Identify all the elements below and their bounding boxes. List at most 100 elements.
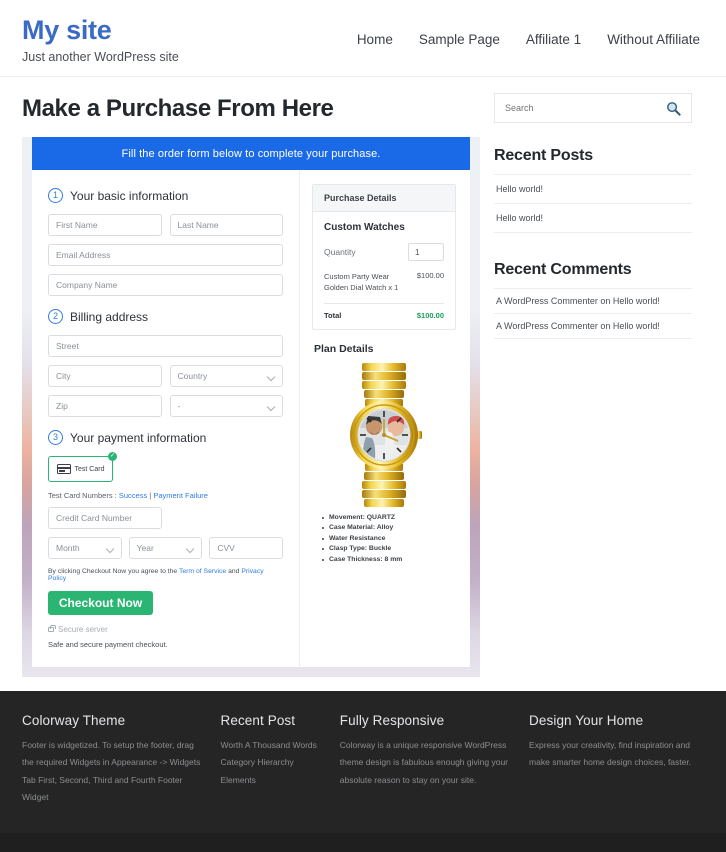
terms-mid: and <box>226 568 242 575</box>
zip-input[interactable]: Zip <box>48 395 162 417</box>
purchase-details-column: Purchase Details Custom Watches Quantity… <box>300 170 470 667</box>
footer-widget-title: Colorway Theme <box>22 713 126 728</box>
product-watch-image <box>350 362 422 507</box>
step-2-header: 2 Billing address <box>48 309 283 324</box>
spec-item: Case Thickness: 8 mm <box>322 555 456 566</box>
list-item[interactable]: A WordPress Commenter on Hello world! <box>494 289 692 314</box>
search-icon[interactable] <box>666 101 681 116</box>
step-1-header: 1 Your basic information <box>48 188 283 203</box>
order-line-description: Custom Party Wear Golden Dial Watch x 1 <box>324 272 399 293</box>
test-success-link[interactable]: Success <box>119 491 147 500</box>
lock-icon <box>48 624 56 632</box>
product-name: Custom Watches <box>324 222 405 233</box>
check-icon: ✓ <box>108 452 117 461</box>
expiry-cvv-row: Month Year CVV <box>48 537 284 559</box>
spec-item: Case Material: Alloy <box>322 523 456 534</box>
state-select[interactable]: - <box>169 395 283 417</box>
secure-server-label: Secure server <box>58 625 108 634</box>
site-branding[interactable]: My site Just another WordPress site <box>22 10 179 64</box>
last-name-input[interactable]: Last Name <box>169 214 283 236</box>
expiry-year-select[interactable]: Year <box>128 537 203 559</box>
footer-bottom-bar: My site - Just another WordPress site Co… <box>0 832 726 852</box>
purchase-details-header: Purchase Details <box>313 185 455 212</box>
email-input[interactable]: Email Address <box>48 244 283 266</box>
purchase-details-card: Purchase Details Custom Watches Quantity… <box>312 184 456 330</box>
step-2-number: 2 <box>48 309 63 324</box>
nav-item-without-affiliate[interactable]: Without Affiliate <box>607 32 700 47</box>
expiry-month-select[interactable]: Month <box>48 537 122 559</box>
recent-posts-title: Recent Posts <box>494 147 593 164</box>
company-input[interactable]: Company Name <box>48 274 283 296</box>
street-row: Street <box>48 335 283 357</box>
order-total-label: Total <box>324 310 342 320</box>
terms-text: By clicking Checkout Now you agree to th… <box>48 568 283 582</box>
cvv-input[interactable]: CVV <box>209 537 284 559</box>
country-select[interactable]: Country <box>169 365 283 387</box>
site-title[interactable]: My site <box>22 15 179 46</box>
list-item[interactable]: A WordPress Commenter on Hello world! <box>494 314 692 339</box>
spec-item: Movement: QUARTZ <box>322 513 456 524</box>
checkout-form: 1 Your basic information First Name Last… <box>32 170 300 667</box>
step-1-number: 1 <box>48 188 63 203</box>
page-wrap: Make a Purchase From Here Fill the order… <box>0 77 726 677</box>
nav-item-affiliate-1[interactable]: Affiliate 1 <box>526 32 581 47</box>
safe-checkout-note: Safe and secure payment checkout. <box>48 640 168 649</box>
credit-card-row: Credit Card Number <box>48 507 283 529</box>
first-name-input[interactable]: First Name <box>48 214 162 236</box>
quantity-input[interactable]: 1 <box>408 243 444 261</box>
step-3-header: 3 Your payment information <box>48 430 283 445</box>
test-failure-link[interactable]: Payment Failure <box>153 491 208 500</box>
checkout-now-button[interactable]: Checkout Now <box>48 591 153 615</box>
nav-item-home[interactable]: Home <box>357 32 393 47</box>
step-2-label: Billing address <box>70 309 149 324</box>
footer-widgets: Colorway Theme Footer is widgetized. To … <box>0 691 726 833</box>
divider <box>324 302 444 304</box>
credit-card-input[interactable]: Credit Card Number <box>48 507 162 529</box>
list-item[interactable]: Hello world! <box>494 204 692 233</box>
city-country-row: City Country <box>48 365 283 387</box>
footer-widget-title: Design Your Home <box>529 713 644 728</box>
search-input[interactable] <box>505 103 666 113</box>
test-numbers-prefix: Test Card Numbers : <box>48 491 119 500</box>
plan-details-title: Plan Details <box>314 342 374 355</box>
step-3-label: Your payment information <box>70 430 207 445</box>
city-input[interactable]: City <box>48 365 162 387</box>
test-card-label: Test Card <box>74 465 105 473</box>
site-tagline: Just another WordPress site <box>22 49 179 64</box>
footer-widget-text: Express your creativity, find inspiratio… <box>529 740 692 768</box>
list-item[interactable]: Hello world! <box>494 175 692 204</box>
checkout-body: 1 Your basic information First Name Last… <box>32 170 470 667</box>
zip-state-row: Zip - <box>48 395 283 417</box>
name-row: First Name Last Name <box>48 214 283 236</box>
checkout-container: Fill the order form below to complete yo… <box>22 137 480 677</box>
order-total-amount: $100.00 <box>416 310 444 320</box>
footer-widget-text: Colorway is a unique responsive WordPres… <box>339 740 509 785</box>
terms-of-service-link[interactable]: Term of Service <box>179 568 226 575</box>
test-card-option[interactable]: ✓ Test Card <box>48 452 117 482</box>
secure-server-row: Secure server <box>48 624 283 634</box>
footer-widget-recent-post: Recent Post Worth A Thousand Words Categ… <box>220 713 321 807</box>
footer-recent-post-list: Worth A Thousand Words Category Hierarch… <box>220 737 321 789</box>
order-total-row: Total $100.00 <box>324 311 444 320</box>
list-item[interactable]: Worth A Thousand Words <box>220 737 321 754</box>
search-widget[interactable] <box>494 93 692 123</box>
product-spec-list: Movement: QUARTZ Case Material: Alloy Wa… <box>312 513 456 566</box>
recent-comments-list: A WordPress Commenter on Hello world! A … <box>494 288 692 339</box>
sidebar: Recent Posts Hello world! Hello world! R… <box>482 77 708 339</box>
order-line-item: Custom Party Wear Golden Dial Watch x 1 … <box>324 271 444 294</box>
test-card-numbers: Test Card Numbers : Success | Payment Fa… <box>48 491 283 500</box>
email-row: Email Address <box>48 244 283 266</box>
step-1-label: Your basic information <box>70 188 189 203</box>
footer-widget-design-your-home: Design Your Home Express your creativity… <box>529 713 704 807</box>
footer-widget-title: Fully Responsive <box>339 713 445 728</box>
primary-navigation: Home Sample Page Affiliate 1 Without Aff… <box>357 10 704 47</box>
list-item[interactable]: Category Hierarchy <box>220 754 321 771</box>
widget-spacer <box>494 233 692 261</box>
nav-item-sample-page[interactable]: Sample Page <box>419 32 500 47</box>
footer-widget-title: Recent Post <box>220 713 296 728</box>
checkout-panel: Fill the order form below to complete yo… <box>32 137 470 667</box>
footer-widget-colorway-theme: Colorway Theme Footer is widgetized. To … <box>22 713 202 807</box>
recent-posts-list: Hello world! Hello world! <box>494 174 692 233</box>
list-item[interactable]: Elements <box>220 772 321 789</box>
street-input[interactable]: Street <box>48 335 283 357</box>
